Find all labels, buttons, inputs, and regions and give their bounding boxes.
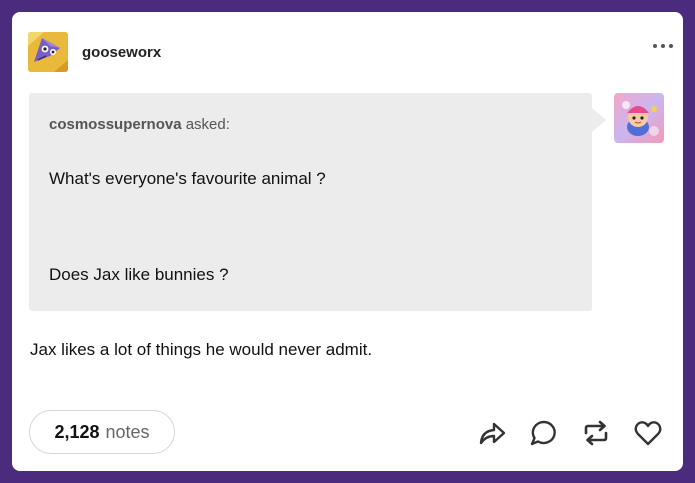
reblog-icon[interactable] [580,418,612,448]
asked-label: asked: [185,116,230,133]
dot [653,44,657,48]
post-header: gooseworx [28,32,668,72]
dot [661,44,665,48]
ask-bubble: cosmossupernova asked: What's everyone's… [29,93,592,311]
more-dots-icon[interactable] [653,44,673,48]
asker-name[interactable]: cosmossupernova [49,116,182,133]
ask-question-line-2: Does Jax like bunnies ? [49,265,229,284]
heart-icon[interactable] [632,418,664,448]
notes-count: 2,128 [54,421,100,442]
answer-text: Jax likes a lot of things he would never… [30,340,373,359]
ask-header: cosmossupernova asked: [49,116,572,133]
share-icon[interactable] [476,418,508,448]
page-background: gooseworx cosmossupernova asked: What's … [0,0,695,483]
post-card: gooseworx cosmossupernova asked: What's … [12,12,683,471]
ask-bubble-tail [592,108,606,132]
post-actions [476,418,664,448]
dot [669,44,673,48]
blog-name[interactable]: gooseworx [82,44,161,61]
ask-question-line-1: What's everyone's favourite animal ? [49,169,326,188]
notes-button[interactable]: 2,128 notes [29,410,175,454]
reply-icon[interactable] [528,418,560,448]
asker-avatar[interactable] [614,93,664,143]
notes-label: notes [105,421,150,442]
blog-avatar[interactable] [28,32,68,72]
